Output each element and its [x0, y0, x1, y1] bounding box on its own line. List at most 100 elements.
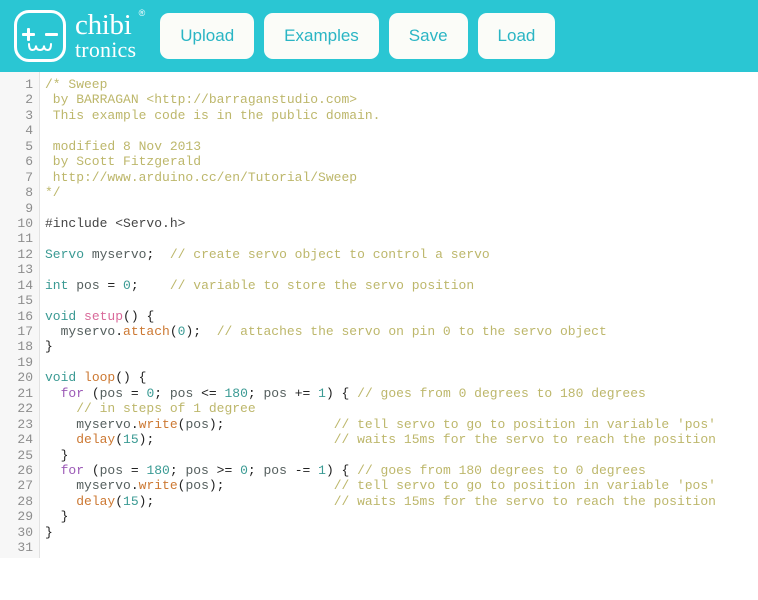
code-token-num: 180	[146, 462, 170, 478]
code-line[interactable]: ​	[45, 123, 758, 138]
line-number: 22	[17, 401, 33, 417]
code-line[interactable]: }	[45, 339, 758, 354]
code-token-num: 0	[123, 277, 131, 293]
code-line[interactable]: void loop() {	[45, 370, 758, 385]
code-token-punct: (	[84, 385, 100, 401]
code-token-punct: ;	[247, 462, 264, 478]
code-line[interactable]: by Scott Fitzgerald	[45, 154, 758, 169]
line-number: 16	[17, 308, 33, 324]
code-token-punct: ;	[154, 385, 170, 401]
code-token-comment: // variable to store the servo position	[169, 277, 475, 293]
code-token-num: 0	[240, 462, 248, 478]
code-token-comment: // waits 15ms for the servo to reach the…	[333, 432, 716, 448]
code-line[interactable]: modified 8 Nov 2013	[45, 139, 758, 154]
code-line[interactable]: /* Sweep	[45, 77, 758, 92]
app-header: chibi tronics ® Upload Examples Save Load	[0, 0, 758, 72]
save-button[interactable]: Save	[388, 13, 468, 59]
code-token-ident: myservo	[60, 324, 116, 339]
code-line[interactable]: for (pos = 0; pos <= 180; pos += 1) { //…	[45, 386, 758, 401]
code-token-ident: pos	[76, 277, 100, 293]
code-line[interactable]: myservo.write(pos); // tell servo to go …	[45, 417, 758, 432]
examples-button[interactable]: Examples	[264, 13, 379, 59]
code-line[interactable]: }	[45, 448, 758, 463]
code-line[interactable]: delay(15); // waits 15ms for the servo t…	[45, 432, 758, 447]
code-token-kw: for	[60, 462, 85, 478]
line-number: 1	[25, 77, 33, 92]
code-token-type: void	[45, 308, 77, 324]
code-line[interactable]: This example code is in the public domai…	[45, 108, 758, 123]
code-token-punct: }	[60, 509, 69, 525]
code-line[interactable]: ​	[45, 201, 758, 216]
code-token-type: void	[45, 370, 77, 386]
code-token-fn: write	[138, 416, 178, 432]
code-token-fn2: setup	[84, 308, 124, 324]
code-token-punct: );	[185, 324, 202, 339]
code-line[interactable]: Servo myservo; // create servo object to…	[45, 247, 758, 262]
code-token-punct: =	[123, 462, 147, 478]
code-content[interactable]: /* Sweep by BARRAGAN <http://barraganstu…	[40, 72, 758, 558]
code-line[interactable]: ​	[45, 293, 758, 308]
code-token-comment: by BARRAGAN <http://barraganstudio.com>	[45, 92, 358, 108]
code-token-comment: // tell servo to go to position in varia…	[333, 478, 716, 494]
code-line[interactable]: void setup() {	[45, 309, 758, 324]
code-line[interactable]: for (pos = 180; pos >= 0; pos -= 1) { //…	[45, 463, 758, 478]
code-line[interactable]: myservo.write(pos); // tell servo to go …	[45, 478, 758, 493]
code-token-punct: }	[45, 524, 53, 540]
line-number: 5	[25, 138, 33, 154]
load-button[interactable]: Load	[477, 13, 556, 59]
code-token-ident: pos	[263, 385, 287, 401]
code-editor[interactable]: 1 2 3 4 5 6 7 8 9 10 11 12 13 14 15 16 17 18 19 20 21 22 23 24 2…	[0, 72, 758, 600]
line-number: 29	[17, 509, 33, 525]
code-token-comment: by Scott Fitzgerald	[45, 154, 202, 170]
code-line[interactable]: // in steps of 1 degree	[45, 401, 758, 416]
code-line[interactable]: myservo.attach(0); // attaches the servo…	[45, 324, 758, 339]
code-token-num: 15	[123, 432, 139, 448]
line-number: 12	[17, 246, 33, 262]
line-number: 23	[17, 416, 33, 432]
code-token-ident: myservo	[76, 478, 131, 494]
line-number: 25	[17, 447, 33, 463]
code-line[interactable]: }	[45, 509, 758, 524]
code-line[interactable]: ​	[45, 262, 758, 277]
code-line[interactable]: */	[45, 185, 758, 200]
code-token-comment: This example code is in the public domai…	[45, 107, 381, 123]
code-token-punct: (	[115, 493, 124, 509]
code-line[interactable]: ​	[45, 540, 758, 555]
code-token-comment: http://www.arduino.cc/en/Tutorial/Sweep	[45, 169, 358, 185]
code-line[interactable]: by BARRAGAN <http://barraganstudio.com>	[45, 92, 758, 107]
code-line[interactable]: int pos = 0; // variable to store the se…	[45, 278, 758, 293]
code-line[interactable]: #include <Servo.h>	[45, 216, 758, 231]
code-token-punct: (	[84, 462, 100, 478]
code-token-comment: // goes from 0 degrees to 180 degrees	[357, 385, 646, 401]
upload-button[interactable]: Upload	[160, 13, 255, 59]
code-token-punct: );	[208, 416, 225, 432]
code-line[interactable]: ​	[45, 355, 758, 370]
brand-logo[interactable]: chibi tronics ®	[14, 9, 145, 62]
code-token-num: 15	[123, 493, 139, 509]
code-token-punct: <=	[193, 385, 225, 401]
code-token-punct: +=	[286, 385, 319, 401]
line-number: 9	[25, 200, 33, 216]
code-line[interactable]: ​	[45, 231, 758, 246]
code-line[interactable]: delay(15); // waits 15ms for the servo t…	[45, 494, 758, 509]
code-token-punct: (	[115, 432, 124, 448]
plus-icon-horizontal-stroke	[22, 33, 35, 36]
code-token-punct: ;	[247, 385, 264, 401]
code-token-fn: loop	[84, 370, 116, 386]
code-token-punct: .	[130, 416, 139, 432]
line-number: 19	[17, 354, 33, 370]
code-line[interactable]: http://www.arduino.cc/en/Tutorial/Sweep	[45, 170, 758, 185]
code-token-num: 1	[318, 462, 326, 478]
code-line[interactable]: }	[45, 525, 758, 540]
main-toolbar: Upload Examples Save Load	[160, 13, 556, 59]
line-number: 24	[17, 432, 33, 448]
line-number: 15	[17, 293, 33, 309]
